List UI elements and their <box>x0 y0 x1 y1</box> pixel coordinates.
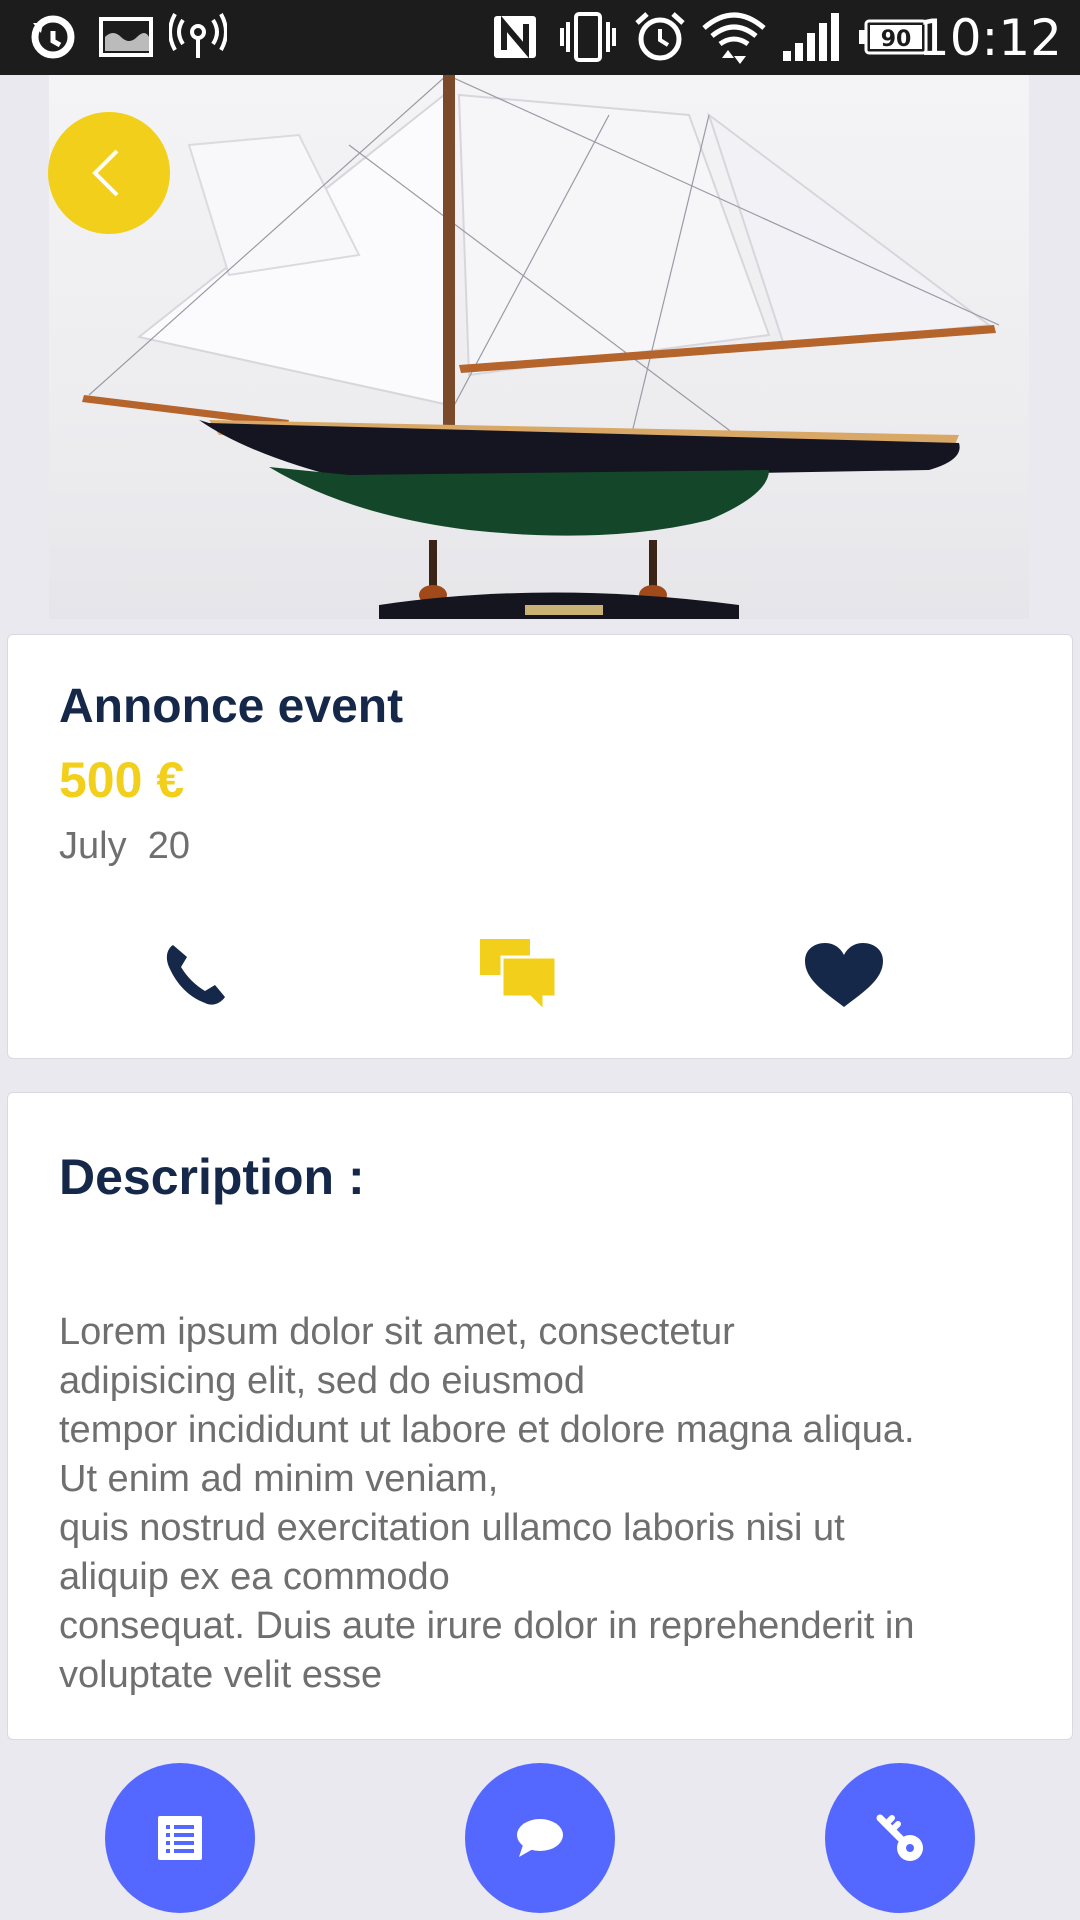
description-line: adipisicing elit, sed do eiusmod <box>59 1360 585 1402</box>
hero-image-area <box>0 75 1080 619</box>
key-button[interactable] <box>825 1763 975 1913</box>
chevron-left-icon <box>92 149 119 197</box>
vibrate-icon <box>556 12 620 62</box>
description-card: Description : Lorem ipsum dolor sit amet… <box>7 1092 1073 1740</box>
list-button[interactable] <box>105 1763 255 1913</box>
description-heading: Description : <box>59 1149 365 1205</box>
description-line: voluptate velit esse <box>59 1654 383 1696</box>
hotspot-icon <box>168 12 228 62</box>
phone-icon <box>166 945 225 1005</box>
list-icon <box>158 1816 202 1860</box>
heart-icon <box>805 943 883 1007</box>
sailboat-model-photo <box>49 75 1029 619</box>
battery-level: 90 <box>881 27 912 52</box>
status-bar: 90 10:12 <box>0 0 1080 75</box>
nfc-icon <box>490 12 540 62</box>
description-line: quis nostrud exercitation ullamco labori… <box>59 1507 845 1549</box>
description-line: tempor incididunt ut labore et dolore ma… <box>59 1409 915 1451</box>
message-button[interactable] <box>468 925 568 1025</box>
listing-price: 500 € <box>59 752 185 808</box>
description-line: Lorem ipsum dolor sit amet, consectetur <box>59 1311 735 1353</box>
alarm-icon <box>632 12 688 62</box>
listing-card: Annonce event 500 € July 20 <box>7 634 1073 1059</box>
description-text: Lorem ipsum dolor sit amet, consectetur … <box>59 1308 1039 1700</box>
key-icon <box>876 1814 923 1861</box>
call-button[interactable] <box>145 925 245 1025</box>
listing-date: July 20 <box>59 825 190 867</box>
chat-icon <box>517 1819 563 1857</box>
wifi-icon <box>702 12 766 64</box>
image-icon <box>98 12 154 62</box>
description-line: aliquip ex ea commodo <box>59 1556 450 1598</box>
description-line: Ut enim ad minim veniam, <box>59 1458 499 1500</box>
listing-title: Annonce event <box>59 680 404 733</box>
sync-icon <box>25 12 81 62</box>
chat-button[interactable] <box>465 1763 615 1913</box>
clock: 10:12 <box>917 9 1062 67</box>
description-line: consequat. Duis aute irure dolor in repr… <box>59 1605 915 1647</box>
favorite-button[interactable] <box>794 925 894 1025</box>
signal-icon <box>780 12 840 62</box>
back-button[interactable] <box>48 112 170 234</box>
chat-bubbles-icon <box>480 939 558 1013</box>
